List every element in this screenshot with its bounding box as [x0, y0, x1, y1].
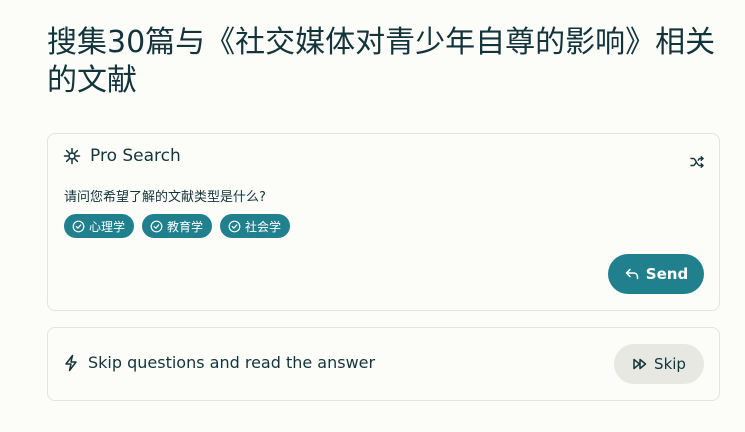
- send-label: Send: [645, 265, 689, 283]
- lightning-icon: [63, 354, 79, 372]
- option-chip-psychology[interactable]: 心理学: [64, 214, 135, 238]
- reply-icon: [624, 266, 640, 282]
- sparkle-icon: [63, 147, 81, 165]
- option-chip-label: 心理学: [89, 219, 126, 234]
- fast-forward-icon: [632, 357, 648, 371]
- option-chips: 心理学 教育学 社会学: [64, 214, 291, 238]
- page-title: 搜集30篇与《社交媒体对青少年自尊的影响》相关的文献: [47, 25, 716, 98]
- pro-search-header: Pro Search: [63, 146, 181, 166]
- send-button[interactable]: Send: [608, 254, 704, 294]
- option-chip-label: 社会学: [245, 219, 282, 234]
- option-chip-education[interactable]: 教育学: [142, 214, 213, 238]
- page: 搜集30篇与《社交媒体对青少年自尊的影响》相关的文献 Pro Search 请问…: [0, 0, 745, 432]
- check-circle-icon: [72, 220, 85, 233]
- skip-button-label: Skip: [654, 355, 686, 373]
- skip-questions-text: Skip questions and read the answer: [88, 353, 376, 372]
- pro-search-label: Pro Search: [90, 146, 181, 166]
- pro-search-card: Pro Search 请问您希望了解的文献类型是什么? 心理学 教育学 社会学 …: [47, 133, 720, 311]
- question-text: 请问您希望了解的文献类型是什么?: [64, 190, 266, 205]
- option-chip-label: 教育学: [167, 219, 204, 234]
- skip-row: Skip questions and read the answer: [63, 353, 375, 372]
- check-circle-icon: [228, 220, 241, 233]
- skip-card: Skip questions and read the answer Skip: [47, 327, 720, 401]
- shuffle-icon[interactable]: [689, 154, 705, 170]
- check-circle-icon: [150, 220, 163, 233]
- skip-button[interactable]: Skip: [614, 344, 704, 384]
- option-chip-sociology[interactable]: 社会学: [220, 214, 291, 238]
